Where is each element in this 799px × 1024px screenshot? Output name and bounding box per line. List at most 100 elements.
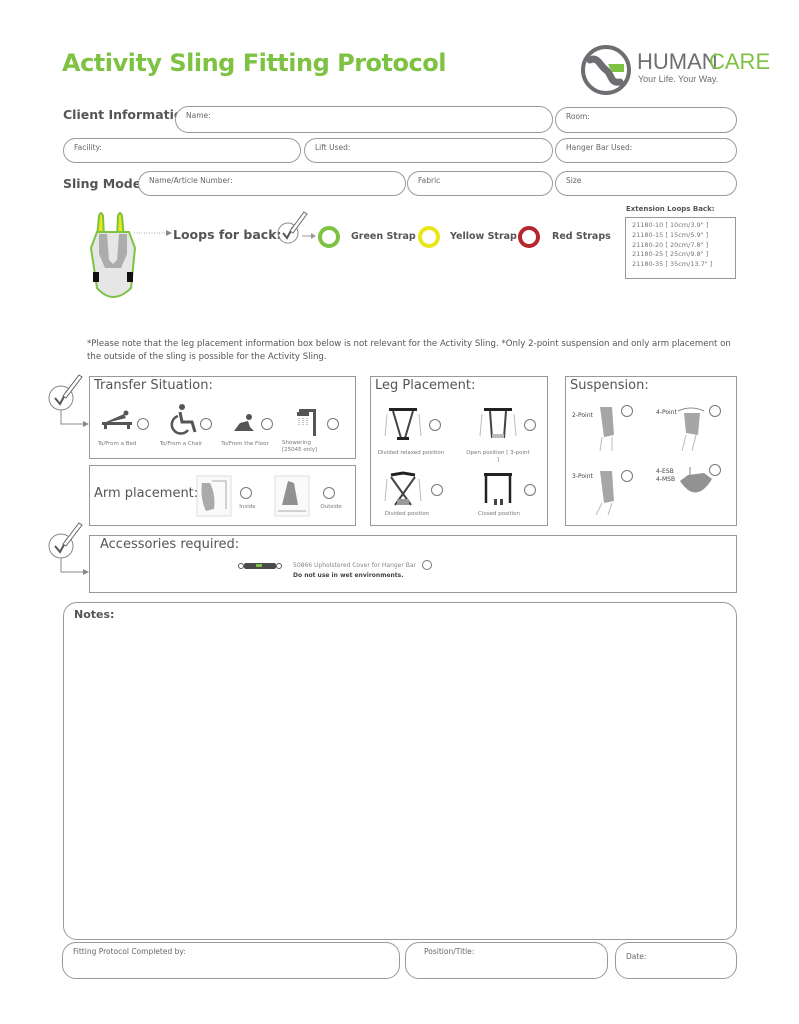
brand-tagline: Your Life. Your Way. <box>638 74 719 84</box>
wet-environment-warning: Do not use in wet environments. <box>293 572 404 579</box>
notes-label: Notes: <box>74 608 115 621</box>
transfer-shower-label: Showering [25045 only] <box>282 440 318 454</box>
brand-name-care: CARE <box>709 49 771 74</box>
fabric-field[interactable]: Fabric <box>407 171 553 196</box>
arm-placement-box: Arm placement: Inside Outside <box>89 465 356 526</box>
suspension-3point-illustration <box>595 471 614 516</box>
accessories-box: Accessories required: 50866 Upholstered … <box>89 535 737 593</box>
hanger-bar-cover-illustration <box>238 563 282 569</box>
check-pencil-icon <box>48 374 89 427</box>
arm-outside-label: Outside <box>320 504 342 510</box>
room-field-label: Room: <box>566 112 590 121</box>
extension-loop-item: 21180-20 [ 20cm/7.8" ] <box>632 240 709 249</box>
leg-closed-label: Closed position <box>477 511 520 517</box>
activity-sling-note: *Please note that the leg placement info… <box>87 339 731 362</box>
leg-placement-box: Leg Placement: Divided relaxed position … <box>370 376 548 526</box>
article-number-field[interactable]: Name/Article Number: <box>138 171 406 196</box>
wheelchair-icon <box>170 404 197 435</box>
suspension-4point-radio[interactable] <box>709 405 721 417</box>
extension-loops-title: Extension Loops Back: <box>626 205 715 213</box>
closed-position-illustration <box>484 473 512 505</box>
hanger-bar-field-label: Hanger Bar Used: <box>566 143 633 152</box>
fabric-field-label: Fabric <box>418 176 441 185</box>
suspension-4point-label: 4-Point <box>656 409 677 416</box>
size-field[interactable]: Size <box>555 171 737 196</box>
position-title-label: Position/Title: <box>424 947 475 956</box>
brand-logo: HUMAN CARE Your Life. Your Way. <box>580 44 770 100</box>
transfer-situation-title: Transfer Situation: <box>94 378 213 393</box>
yellow-strap-radio[interactable] <box>418 226 440 248</box>
leg-placement-title: Leg Placement: <box>375 378 476 393</box>
green-strap-label: Green Strap <box>351 231 416 242</box>
leg-divided-relaxed-radio[interactable] <box>429 419 441 431</box>
size-field-label: Size <box>566 176 582 185</box>
suspension-title: Suspension: <box>570 378 649 393</box>
completed-by-field[interactable]: Fitting Protocol Completed by: <box>62 942 400 979</box>
date-label: Date: <box>626 952 647 961</box>
dotted-arrow-icon <box>134 230 172 236</box>
yellow-strap-label: Yellow Strap <box>450 231 517 242</box>
notes-textarea[interactable]: Notes: <box>63 602 737 940</box>
suspension-3point-label: 3-Point <box>572 473 593 480</box>
transfer-chair-label: To/From a Chair <box>159 441 203 447</box>
suspension-box: Suspension: 2-Point 4-Point 3-Point 4-ES… <box>565 376 737 526</box>
open-position-illustration <box>479 408 517 439</box>
human-care-logo-icon <box>581 45 631 95</box>
facility-field-label: Facility: <box>74 143 102 152</box>
loops-for-back-label: Loops for back: <box>173 227 282 242</box>
check-pencil-icon <box>277 211 308 244</box>
red-straps-label: Red Straps <box>552 231 611 242</box>
lift-used-field-label: Lift Used: <box>315 143 351 152</box>
arrow-right-icon <box>302 233 316 239</box>
brand-name-human: HUMAN <box>637 49 718 74</box>
suspension-2point-illustration <box>599 407 614 452</box>
hanger-bar-cover-radio[interactable] <box>422 560 432 570</box>
suspension-2point-label: 2-Point <box>572 412 593 419</box>
hanger-bar-cover-label: 50866 Upholstered Cover for Hanger Bar <box>293 562 417 569</box>
suspension-4point-illustration <box>677 407 705 452</box>
extension-loop-item: 21180-10 [ 10cm/3.9" ] <box>632 221 709 229</box>
leg-divided-radio[interactable] <box>431 484 443 496</box>
transfer-shower-radio[interactable] <box>327 418 339 430</box>
green-strap-radio[interactable] <box>318 226 340 248</box>
room-field[interactable]: Room: <box>555 107 737 133</box>
page-title: Activity Sling Fitting Protocol <box>62 49 446 77</box>
suspension-esb-msb-radio[interactable] <box>709 464 721 476</box>
floor-sitting-icon <box>234 414 254 431</box>
name-field-label: Name: <box>186 111 211 120</box>
arm-outside-radio[interactable] <box>323 487 335 499</box>
transfer-bed-label: To/From a Bed <box>97 441 137 447</box>
extension-loop-item: 21180-35 [ 35cm/13.7" ] <box>632 260 713 269</box>
shower-icon <box>297 409 316 436</box>
arm-placement-title: Arm placement: <box>94 486 199 501</box>
article-number-field-label: Name/Article Number: <box>149 176 233 185</box>
leg-closed-radio[interactable] <box>524 484 536 496</box>
lift-used-field[interactable]: Lift Used: <box>304 138 553 163</box>
transfer-bed-radio[interactable] <box>137 418 149 430</box>
completed-by-label: Fitting Protocol Completed by: <box>73 947 186 956</box>
activity-sling-illustration <box>89 212 137 298</box>
arm-inside-radio[interactable] <box>240 487 252 499</box>
arm-outside-illustration <box>274 475 310 517</box>
transfer-chair-radio[interactable] <box>200 418 212 430</box>
transfer-situation-box: Transfer Situation: To/From a Bed To/Fro… <box>89 376 356 459</box>
leg-divided-relaxed-label: Divided relaxed position <box>377 450 445 456</box>
leg-divided-label: Divided position <box>384 511 430 517</box>
suspension-3point-radio[interactable] <box>621 470 633 482</box>
name-field[interactable]: Name: <box>175 106 553 133</box>
facility-field[interactable]: Facility: <box>63 138 301 163</box>
bed-transfer-icon <box>102 410 132 429</box>
position-title-field[interactable]: Position/Title: <box>405 942 608 979</box>
red-straps-radio[interactable] <box>518 226 540 248</box>
accessories-title: Accessories required: <box>100 537 240 552</box>
leg-open-radio[interactable] <box>524 419 536 431</box>
check-pencil-icon <box>48 522 89 575</box>
hanger-bar-field[interactable]: Hanger Bar Used: <box>555 138 737 163</box>
divided-relaxed-illustration <box>384 408 422 440</box>
date-field[interactable]: Date: <box>615 942 737 979</box>
suspension-2point-radio[interactable] <box>621 405 633 417</box>
extension-loop-item: 21180-25 [ 25cm/9.8" ] <box>632 250 709 259</box>
extension-loops-list: 21180-10 [ 10cm/3.9" ] 21180-15 [ 15cm/5… <box>625 217 736 279</box>
transfer-floor-radio[interactable] <box>261 418 273 430</box>
leg-open-label: Open position [ 3-point ] <box>466 450 530 464</box>
